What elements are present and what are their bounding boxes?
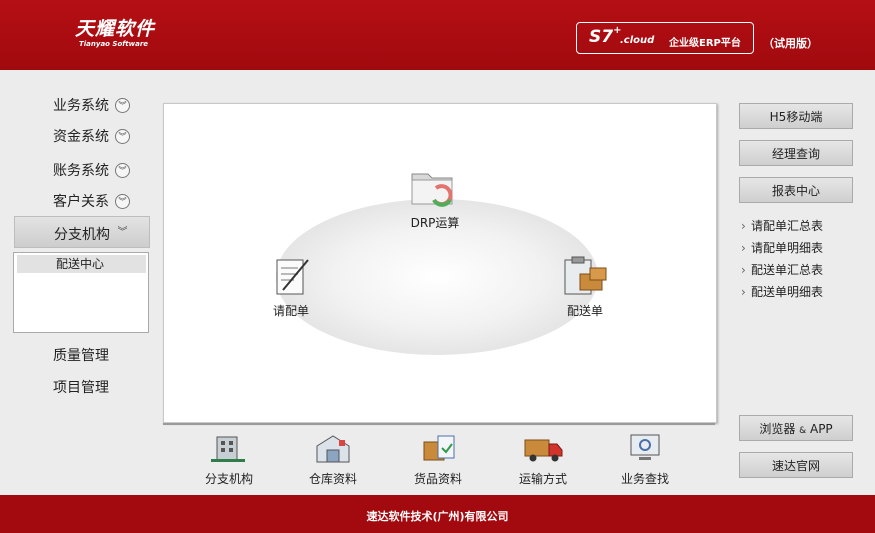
- official-site-button[interactable]: 速达官网: [739, 452, 853, 478]
- clipboard-boxes-icon: [564, 256, 607, 295]
- brand-logo: 天耀软件 Tianyao Software: [75, 18, 155, 49]
- bottom-item-label: 运输方式: [519, 472, 568, 486]
- flow-delivery-label: 配送单: [566, 304, 603, 318]
- nav-item-business[interactable]: 业务系统 ︾: [14, 89, 148, 121]
- bottom-item-label: 业务查找: [621, 472, 670, 486]
- chevron-right-icon: ›: [741, 219, 746, 233]
- bottom-item-branch[interactable]: 分支机构: [205, 432, 253, 487]
- manager-query-button[interactable]: 经理查询: [739, 140, 853, 166]
- nav-item-project[interactable]: 项目管理: [14, 371, 148, 403]
- nav-item-label: 项目管理: [53, 380, 109, 396]
- browser-label: 浏览器: [759, 422, 800, 436]
- building-icon: [211, 436, 245, 462]
- nav-item-funds[interactable]: 资金系统 ︾: [14, 120, 148, 152]
- nav-item-label: 业务系统: [53, 98, 109, 114]
- bottom-item-label: 仓库资料: [309, 472, 358, 486]
- product-name: S7+: [589, 25, 621, 47]
- browser-app-button[interactable]: 浏览器 & APP: [739, 415, 853, 441]
- folder-refresh-icon: [411, 173, 453, 207]
- report-link-request-summary[interactable]: › 请配单汇总表: [741, 217, 823, 234]
- bottom-divider: [163, 423, 715, 425]
- header-bar: 天耀软件 Tianyao Software S7+ .cloud 企业级ERP平…: [0, 0, 875, 70]
- h5-mobile-button[interactable]: H5移动端: [739, 103, 853, 129]
- report-link-delivery-summary[interactable]: › 配送单汇总表: [741, 261, 823, 278]
- chevron-down-icon[interactable]: ︾: [115, 98, 130, 113]
- branch-subpanel: 配送中心: [13, 252, 149, 333]
- product-cloud: .cloud: [620, 35, 655, 46]
- flow-request[interactable]: 请配单: [268, 256, 314, 319]
- report-link-label: 请配单明细表: [751, 241, 824, 255]
- nav-item-label: 资金系统: [53, 129, 109, 145]
- flow-canvas: DRP运算 请配单 配送单: [163, 103, 717, 423]
- nav-item-label: 账务系统: [53, 163, 109, 179]
- bottom-item-transport[interactable]: 运输方式: [519, 432, 567, 487]
- flow-drp-label: DRP运算: [410, 216, 460, 230]
- report-link-delivery-detail[interactable]: › 配送单明细表: [741, 283, 823, 300]
- trial-label: （试用版）: [763, 37, 818, 50]
- nav-item-quality[interactable]: 质量管理: [14, 339, 148, 371]
- chevron-right-icon: ›: [741, 241, 746, 255]
- flow-request-label: 请配单: [272, 304, 309, 318]
- bottom-item-warehouse[interactable]: 仓库资料: [309, 432, 357, 487]
- company-name: 速达软件技术(广州)有限公司: [366, 510, 509, 523]
- flow-drp[interactable]: DRP运算: [406, 166, 464, 231]
- platform-name: 企业级ERP平台: [669, 38, 741, 49]
- product-badge: S7+ .cloud 企业级ERP平台: [576, 22, 754, 54]
- chevron-right-icon: ›: [741, 263, 746, 277]
- app-label: APP: [806, 422, 833, 436]
- monitor-search-icon: [630, 434, 660, 460]
- chevron-right-icon: ›: [741, 285, 746, 299]
- report-link-label: 请配单汇总表: [751, 219, 824, 233]
- report-link-request-detail[interactable]: › 请配单明细表: [741, 239, 823, 256]
- logo-main-text: 天耀软件: [75, 18, 156, 40]
- nav-item-branch[interactable]: 分支机构 ︾: [14, 216, 150, 248]
- report-link-label: 配送单汇总表: [751, 263, 824, 277]
- bottom-item-label: 分支机构: [205, 472, 254, 486]
- chevron-down-icon[interactable]: ︾: [115, 194, 130, 209]
- nav-item-label: 分支机构: [54, 227, 110, 243]
- truck-icon: [524, 439, 563, 462]
- flow-delivery[interactable]: 配送单: [560, 256, 610, 319]
- product-version: S7: [589, 27, 614, 47]
- nav-item-label: 质量管理: [53, 348, 109, 364]
- goods-icon: [423, 435, 455, 461]
- warehouse-icon: [316, 435, 350, 463]
- nav-item-crm[interactable]: 客户关系 ︾: [14, 185, 148, 217]
- footer-bar: 速达软件技术(广州)有限公司: [0, 495, 875, 533]
- clipboard-pen-icon: [276, 259, 309, 295]
- bottom-item-label: 货品资料: [414, 472, 463, 486]
- bottom-item-goods[interactable]: 货品资料: [414, 432, 462, 487]
- nav-item-accounting[interactable]: 账务系统 ︾: [14, 154, 148, 186]
- report-center-button[interactable]: 报表中心: [739, 177, 853, 203]
- chevron-down-icon[interactable]: ︾: [115, 129, 130, 144]
- report-link-label: 配送单明细表: [751, 285, 824, 299]
- chevron-down-icon[interactable]: ︾: [116, 226, 129, 239]
- nav-item-label: 客户关系: [53, 194, 109, 210]
- subitem-distribution-center[interactable]: 配送中心: [17, 255, 146, 273]
- bottom-item-search[interactable]: 业务查找: [621, 432, 669, 487]
- chevron-down-icon[interactable]: ︾: [115, 163, 130, 178]
- logo-sub-text: Tianyao Software: [79, 40, 149, 48]
